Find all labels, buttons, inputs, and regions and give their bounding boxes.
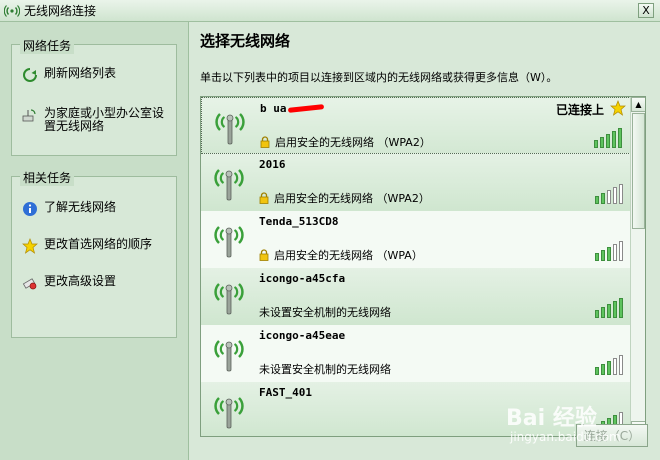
wireless-antenna-icon — [214, 340, 244, 372]
network-list[interactable]: b ua 启用安全的无线网络 （WPA2） 已连接上 2016 启用安全的无线网络 （W… — [200, 96, 646, 437]
lock-icon — [260, 136, 270, 148]
signal-bar — [595, 196, 599, 204]
preferred-star-icon — [610, 100, 626, 116]
redaction-mark — [287, 104, 325, 113]
setup-wireless-label: 为家庭或小型办公室设置无线网络 — [44, 106, 165, 133]
refresh-network-list-task[interactable]: 刷新网络列表 — [22, 67, 174, 83]
signal-bar — [595, 253, 599, 261]
signal-bar — [619, 184, 623, 204]
signal-strength — [594, 126, 626, 148]
instruction-text: 单击以下列表中的项目以连接到区域内的无线网络或获得更多信息（W）。 — [200, 71, 558, 84]
signal-bar — [619, 241, 623, 261]
network-item[interactable]: Tenda_513CD8 启用安全的无线网络 （WPA） — [201, 211, 631, 268]
network-security-label: 启用安全的无线网络 （WPA2） — [274, 192, 430, 205]
network-ssid: Tenda_513CD8 — [259, 215, 339, 228]
network-ssid: FAST_401 — [259, 386, 312, 399]
network-ssid: b ua — [260, 102, 287, 115]
network-item[interactable]: icongo-a45eae 未设置安全机制的无线网络 — [201, 325, 631, 382]
learn-wireless-label: 了解无线网络 — [44, 200, 117, 214]
refresh-network-list-label: 刷新网络列表 — [44, 66, 117, 80]
signal-bar — [601, 193, 605, 204]
signal-bar — [601, 364, 605, 375]
signal-bar — [595, 367, 599, 375]
network-security-label: 启用安全的无线网络 （WPA） — [274, 249, 423, 262]
scroll-thumb[interactable] — [632, 113, 645, 229]
network-ssid: icongo-a45eae — [259, 329, 346, 342]
network-security: 未设置安全机制的无线网络 — [259, 361, 391, 377]
network-security-label: 未设置安全机制的无线网络 — [259, 363, 391, 376]
network-security-label: 启用安全的无线网络 （WPA2） — [275, 136, 431, 149]
network-item[interactable]: FAST_401 — [201, 382, 631, 436]
signal-bar — [607, 361, 611, 375]
network-tasks-title: 网络任务 — [20, 37, 75, 54]
network-list-scrollbar[interactable]: ▲ ▼ — [630, 97, 645, 436]
wireless-network-icon — [4, 4, 20, 17]
wireless-antenna-icon — [214, 169, 244, 201]
related-tasks-title: 相关任务 — [20, 169, 75, 186]
signal-bar — [607, 304, 611, 318]
refresh-icon — [23, 68, 37, 82]
close-button[interactable]: X — [638, 3, 654, 18]
change-order-label: 更改首选网络的顺序 — [44, 237, 153, 251]
signal-bar — [601, 307, 605, 318]
signal-bar — [613, 301, 617, 318]
network-ssid: icongo-a45cfa — [259, 272, 346, 285]
network-security: 未设置安全机制的无线网络 — [259, 304, 391, 320]
signal-bar — [613, 358, 617, 375]
signal-bar — [618, 128, 622, 148]
signal-strength — [595, 353, 627, 375]
main-pane: 选择无线网络 单击以下列表中的项目以连接到区域内的无线网络或获得更多信息（W）。… — [190, 22, 660, 460]
related-tasks-group: 相关任务 了解无线网络 更改首选网络的顺序 更改高级设置 — [11, 169, 177, 338]
lock-icon — [259, 249, 269, 261]
signal-strength — [595, 296, 627, 318]
signal-bar — [613, 244, 617, 261]
advanced-settings-task[interactable]: 更改高级设置 — [22, 275, 174, 291]
signal-bar — [601, 250, 605, 261]
signal-bar — [619, 355, 623, 375]
signal-bar — [607, 190, 611, 204]
lock-icon — [259, 192, 269, 204]
info-icon — [23, 202, 37, 216]
network-item[interactable]: b ua 启用安全的无线网络 （WPA2） 已连接上 — [201, 97, 631, 154]
signal-bar — [613, 187, 617, 204]
wireless-antenna-icon — [214, 283, 244, 315]
signal-bar — [594, 140, 598, 148]
signal-bar — [595, 310, 599, 318]
change-order-task[interactable]: 更改首选网络的顺序 — [22, 238, 174, 254]
scroll-up-button[interactable]: ▲ — [631, 97, 645, 112]
signal-bar — [607, 247, 611, 261]
wireless-antenna-icon — [214, 226, 244, 258]
page-title: 选择无线网络 — [200, 32, 291, 50]
settings-icon — [22, 278, 37, 290]
setup-wireless-task[interactable]: 为家庭或小型办公室设置无线网络 — [22, 107, 174, 133]
title-bar: 无线网络连接 X — [0, 0, 660, 22]
wireless-antenna-icon — [214, 397, 244, 429]
network-item[interactable]: 2016 启用安全的无线网络 （WPA2） — [201, 154, 631, 211]
network-security: 启用安全的无线网络 （WPA2） — [260, 134, 431, 150]
window-title: 无线网络连接 — [24, 4, 97, 18]
network-security-label: 未设置安全机制的无线网络 — [259, 306, 391, 319]
network-tasks-group: 网络任务 刷新网络列表 为家庭或小型办公室设置无线网络 — [11, 37, 177, 156]
connection-status: 已连接上 — [555, 103, 604, 117]
wireless-antenna-icon — [215, 113, 245, 145]
connect-button[interactable]: 连接（C） — [576, 424, 648, 447]
network-security: 启用安全的无线网络 （WPA） — [259, 247, 423, 263]
task-pane: 网络任务 刷新网络列表 为家庭或小型办公室设置无线网络 相关任务 了解无线网络 … — [0, 22, 189, 460]
signal-bar — [606, 134, 610, 148]
wireless-setup-icon — [22, 109, 36, 122]
network-item[interactable]: icongo-a45cfa 未设置安全机制的无线网络 — [201, 268, 631, 325]
signal-strength — [595, 182, 627, 204]
advanced-settings-label: 更改高级设置 — [44, 274, 117, 288]
signal-bar — [612, 131, 616, 148]
network-security: 启用安全的无线网络 （WPA2） — [259, 190, 430, 206]
learn-wireless-task[interactable]: 了解无线网络 — [22, 201, 174, 217]
network-ssid: 2016 — [259, 158, 286, 171]
signal-bar — [619, 298, 623, 318]
signal-bar — [600, 137, 604, 148]
signal-strength — [595, 239, 627, 261]
star-icon — [22, 238, 38, 254]
